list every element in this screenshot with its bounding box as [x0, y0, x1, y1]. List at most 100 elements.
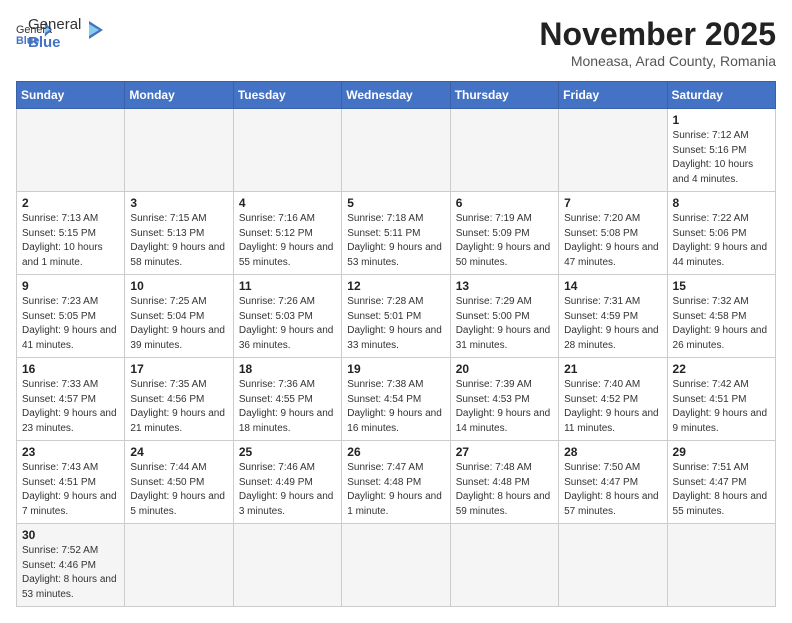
day-info: Sunrise: 7:18 AM Sunset: 5:11 PM Dayligh…	[347, 212, 444, 270]
day-number: 25	[239, 445, 336, 459]
calendar-week-row: 1 Sunrise: 7:12 AM Sunset: 5:16 PM Daylig…	[17, 109, 776, 192]
day-number: 23	[22, 445, 119, 459]
calendar-cell: 15 Sunrise: 7:32 AM Sunset: 4:58 PM Dayli…	[667, 275, 775, 358]
title-block: November 2025 Moneasa, Arad County, Roma…	[539, 16, 776, 69]
day-number: 3	[130, 196, 227, 210]
day-number: 27	[456, 445, 553, 459]
day-number: 22	[673, 362, 770, 376]
calendar-cell: 9Sunrise: 7:23 AM Sunset: 5:05 PM Daylig…	[17, 275, 125, 358]
day-info: Sunrise: 7:13 AM Sunset: 5:15 PM Dayligh…	[22, 212, 119, 270]
day-number: 1	[673, 113, 770, 127]
calendar-cell	[450, 524, 558, 607]
day-info: Sunrise: 7:19 AM Sunset: 5:09 PM Dayligh…	[456, 212, 553, 270]
day-number: 12	[347, 279, 444, 293]
calendar-cell: 22 Sunrise: 7:42 AM Sunset: 4:51 PM Dayli…	[667, 358, 775, 441]
logo: General Blue General Blue	[16, 16, 105, 52]
day-info: Sunrise: 7:44 AM Sunset: 4:50 PM Dayligh…	[130, 461, 227, 519]
day-info: Sunrise: 7:43 AM Sunset: 4:51 PM Dayligh…	[22, 461, 119, 519]
day-info: Sunrise: 7:31 AM Sunset: 4:59 PM Dayligh…	[564, 295, 661, 353]
calendar-header-row: SundayMondayTuesdayWednesdayThursdayFrid…	[17, 82, 776, 109]
day-number: 26	[347, 445, 444, 459]
weekday-header-friday: Friday	[559, 82, 667, 109]
day-info: Sunrise: 7:38 AM Sunset: 4:54 PM Dayligh…	[347, 378, 444, 436]
calendar-cell	[559, 109, 667, 192]
day-number: 10	[130, 279, 227, 293]
day-info: Sunrise: 7:52 AM Sunset: 4:46 PM Dayligh…	[22, 544, 119, 602]
calendar-cell	[233, 109, 341, 192]
day-info: Sunrise: 7:32 AM Sunset: 4:58 PM Dayligh…	[673, 295, 770, 353]
calendar-cell	[342, 109, 450, 192]
day-info: Sunrise: 7:39 AM Sunset: 4:53 PM Dayligh…	[456, 378, 553, 436]
day-info: Sunrise: 7:35 AM Sunset: 4:56 PM Dayligh…	[130, 378, 227, 436]
calendar-cell: 4 Sunrise: 7:16 AM Sunset: 5:12 PM Daylig…	[233, 192, 341, 275]
calendar-cell: 5 Sunrise: 7:18 AM Sunset: 5:11 PM Daylig…	[342, 192, 450, 275]
calendar-cell: 27Sunrise: 7:48 AM Sunset: 4:48 PM Dayli…	[450, 441, 558, 524]
calendar-cell: 28Sunrise: 7:50 AM Sunset: 4:47 PM Dayli…	[559, 441, 667, 524]
day-info: Sunrise: 7:25 AM Sunset: 5:04 PM Dayligh…	[130, 295, 227, 353]
day-number: 2	[22, 196, 119, 210]
calendar-cell: 29Sunrise: 7:51 AM Sunset: 4:47 PM Dayli…	[667, 441, 775, 524]
day-number: 9	[22, 279, 119, 293]
calendar-cell: 21Sunrise: 7:40 AM Sunset: 4:52 PM Dayli…	[559, 358, 667, 441]
day-number: 14	[564, 279, 661, 293]
calendar-table: SundayMondayTuesdayWednesdayThursdayFrid…	[16, 81, 776, 607]
weekday-header-sunday: Sunday	[17, 82, 125, 109]
calendar-cell: 2 Sunrise: 7:13 AM Sunset: 5:15 PM Daylig…	[17, 192, 125, 275]
day-number: 6	[456, 196, 553, 210]
calendar-cell: 17Sunrise: 7:35 AM Sunset: 4:56 PM Dayli…	[125, 358, 233, 441]
month-title: November 2025	[539, 16, 776, 53]
day-number: 20	[456, 362, 553, 376]
calendar-cell: 20 Sunrise: 7:39 AM Sunset: 4:53 PM Dayli…	[450, 358, 558, 441]
calendar-week-row: 2 Sunrise: 7:13 AM Sunset: 5:15 PM Daylig…	[17, 192, 776, 275]
calendar-cell	[342, 524, 450, 607]
calendar-cell	[450, 109, 558, 192]
day-info: Sunrise: 7:40 AM Sunset: 4:52 PM Dayligh…	[564, 378, 661, 436]
day-number: 30	[22, 528, 119, 542]
calendar-cell: 18Sunrise: 7:36 AM Sunset: 4:55 PM Dayli…	[233, 358, 341, 441]
calendar-cell: 24 Sunrise: 7:44 AM Sunset: 4:50 PM Dayli…	[125, 441, 233, 524]
calendar-cell	[667, 524, 775, 607]
day-info: Sunrise: 7:15 AM Sunset: 5:13 PM Dayligh…	[130, 212, 227, 270]
calendar-cell: 13Sunrise: 7:29 AM Sunset: 5:00 PM Dayli…	[450, 275, 558, 358]
day-info: Sunrise: 7:33 AM Sunset: 4:57 PM Dayligh…	[22, 378, 119, 436]
page-header: General Blue General Blue November 2025 …	[16, 16, 776, 69]
day-number: 18	[239, 362, 336, 376]
calendar-cell: 30 Sunrise: 7:52 AM Sunset: 4:46 PM Dayli…	[17, 524, 125, 607]
calendar-week-row: 30 Sunrise: 7:52 AM Sunset: 4:46 PM Dayli…	[17, 524, 776, 607]
calendar-cell	[559, 524, 667, 607]
logo-triangle-icon	[87, 19, 105, 41]
day-number: 11	[239, 279, 336, 293]
weekday-header-monday: Monday	[125, 82, 233, 109]
calendar-cell: 7Sunrise: 7:20 AM Sunset: 5:08 PM Daylig…	[559, 192, 667, 275]
day-info: Sunrise: 7:26 AM Sunset: 5:03 PM Dayligh…	[239, 295, 336, 353]
day-number: 4	[239, 196, 336, 210]
day-info: Sunrise: 7:28 AM Sunset: 5:01 PM Dayligh…	[347, 295, 444, 353]
day-number: 15	[673, 279, 770, 293]
calendar-cell: 1 Sunrise: 7:12 AM Sunset: 5:16 PM Daylig…	[667, 109, 775, 192]
day-number: 24	[130, 445, 227, 459]
day-info: Sunrise: 7:42 AM Sunset: 4:51 PM Dayligh…	[673, 378, 770, 436]
calendar-cell: 14 Sunrise: 7:31 AM Sunset: 4:59 PM Dayli…	[559, 275, 667, 358]
day-info: Sunrise: 7:22 AM Sunset: 5:06 PM Dayligh…	[673, 212, 770, 270]
calendar-cell	[125, 524, 233, 607]
day-info: Sunrise: 7:46 AM Sunset: 4:49 PM Dayligh…	[239, 461, 336, 519]
calendar-cell: 16Sunrise: 7:33 AM Sunset: 4:57 PM Dayli…	[17, 358, 125, 441]
calendar-cell: 8Sunrise: 7:22 AM Sunset: 5:06 PM Daylig…	[667, 192, 775, 275]
day-info: Sunrise: 7:47 AM Sunset: 4:48 PM Dayligh…	[347, 461, 444, 519]
weekday-header-wednesday: Wednesday	[342, 82, 450, 109]
logo-general-text: General	[28, 16, 81, 34]
day-number: 13	[456, 279, 553, 293]
day-info: Sunrise: 7:16 AM Sunset: 5:12 PM Dayligh…	[239, 212, 336, 270]
calendar-cell: 6 Sunrise: 7:19 AM Sunset: 5:09 PM Daylig…	[450, 192, 558, 275]
day-number: 29	[673, 445, 770, 459]
calendar-cell: 12 Sunrise: 7:28 AM Sunset: 5:01 PM Dayli…	[342, 275, 450, 358]
location-subtitle: Moneasa, Arad County, Romania	[539, 53, 776, 69]
weekday-header-thursday: Thursday	[450, 82, 558, 109]
day-info: Sunrise: 7:50 AM Sunset: 4:47 PM Dayligh…	[564, 461, 661, 519]
day-info: Sunrise: 7:20 AM Sunset: 5:08 PM Dayligh…	[564, 212, 661, 270]
day-info: Sunrise: 7:12 AM Sunset: 5:16 PM Dayligh…	[673, 129, 770, 187]
day-number: 5	[347, 196, 444, 210]
calendar-cell	[125, 109, 233, 192]
calendar-cell: 26 Sunrise: 7:47 AM Sunset: 4:48 PM Dayli…	[342, 441, 450, 524]
calendar-cell	[17, 109, 125, 192]
